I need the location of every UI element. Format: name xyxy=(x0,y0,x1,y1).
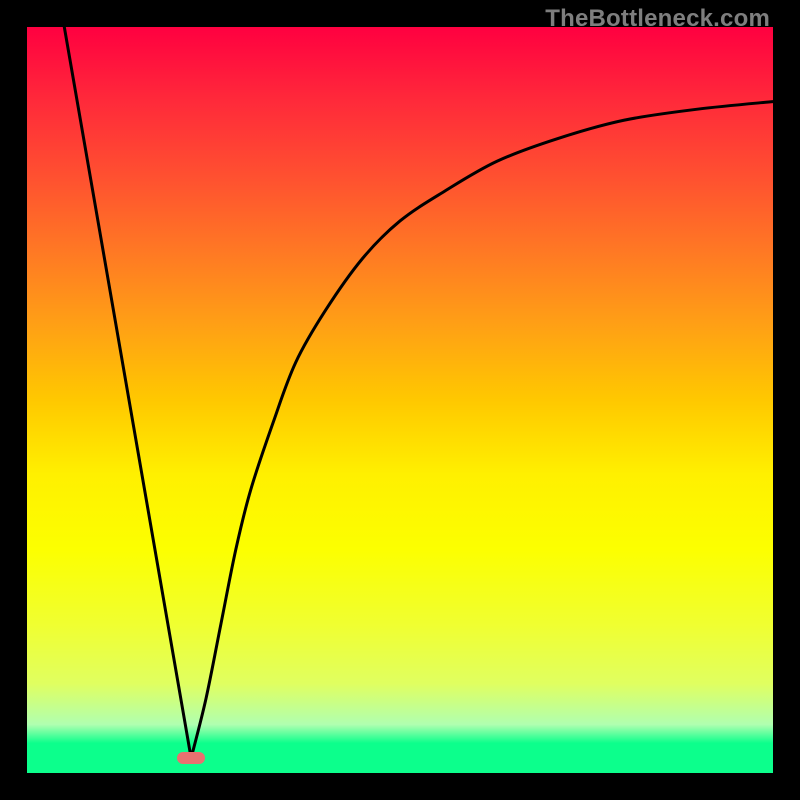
bottleneck-curve xyxy=(64,27,773,758)
chart-frame: TheBottleneck.com xyxy=(0,0,800,800)
curve-svg xyxy=(27,27,773,773)
plot-area xyxy=(27,27,773,773)
optimal-point-marker xyxy=(177,752,205,764)
